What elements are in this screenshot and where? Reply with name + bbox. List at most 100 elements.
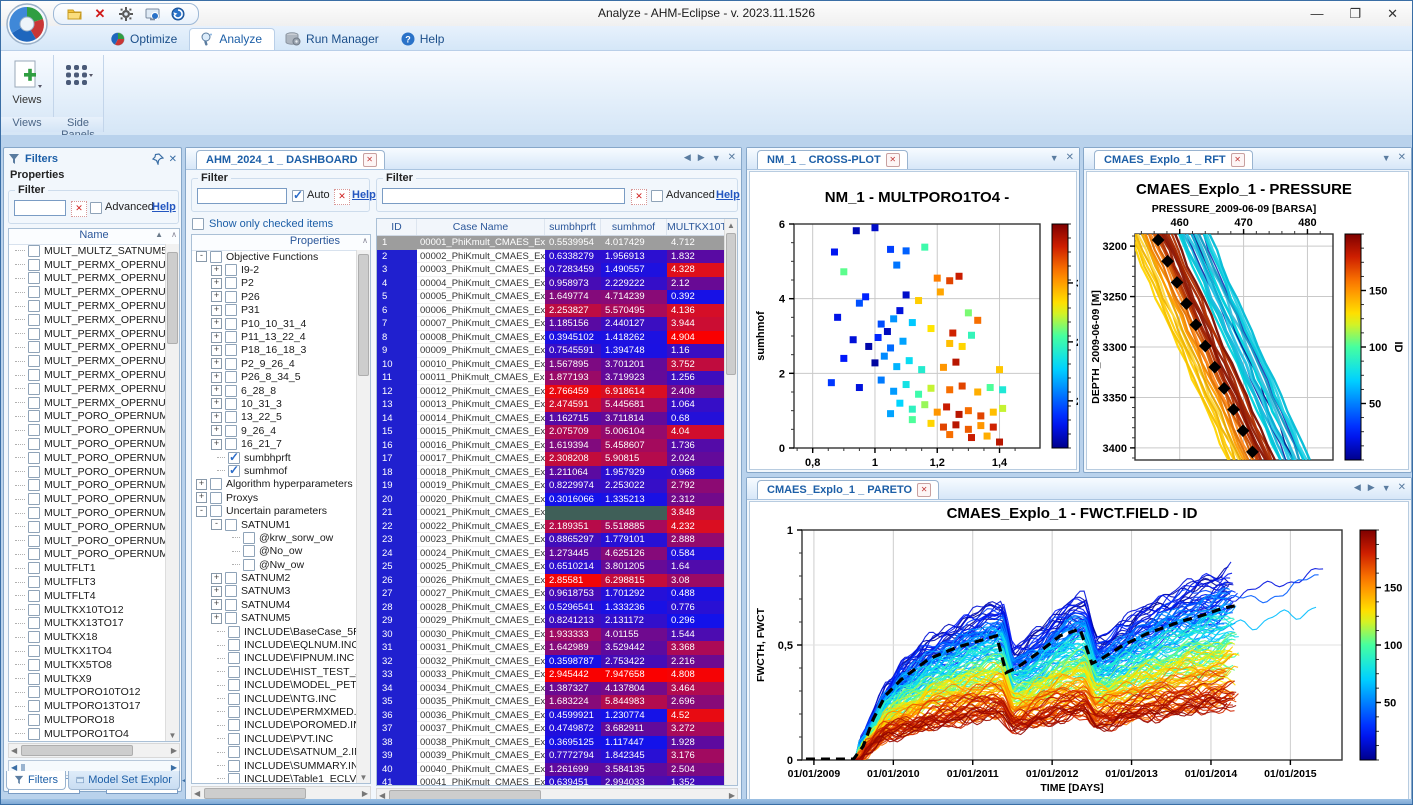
tree-item-checkbox[interactable] xyxy=(225,612,237,624)
filter-input[interactable] xyxy=(14,200,66,216)
tree-item[interactable]: @krw_sorw_ow xyxy=(192,531,357,544)
item-checkbox[interactable] xyxy=(28,700,40,712)
tree-item-checkbox[interactable] xyxy=(243,532,255,544)
table-row[interactable]: 2000020_PhiKmult_CMAES_Explo_10.30160661… xyxy=(377,493,725,507)
tree-item-checkbox[interactable] xyxy=(225,371,237,383)
tree-item[interactable]: INCLUDE\POROMED.INC xyxy=(192,719,357,732)
item-checkbox[interactable] xyxy=(28,452,40,464)
expand-icon[interactable]: + xyxy=(211,613,222,624)
expand-icon[interactable]: + xyxy=(211,358,222,369)
tab-help[interactable]: ? Help xyxy=(391,29,457,50)
item-checkbox[interactable] xyxy=(28,479,40,491)
tree-item[interactable]: INCLUDE\BaseCase_5RT_Saturati xyxy=(192,625,357,638)
tree-item-checkbox[interactable] xyxy=(225,264,237,276)
expand-icon[interactable]: + xyxy=(211,305,222,316)
tree-item-checkbox[interactable] xyxy=(225,291,237,303)
tree-item-checkbox[interactable] xyxy=(225,358,237,370)
tree-item[interactable]: +Algorithm hyperparameters xyxy=(192,478,357,491)
rft-tab[interactable]: CMAES_Explo_1 _ RFT✕ xyxy=(1094,150,1253,169)
tree-item[interactable]: sumbhprft xyxy=(192,451,357,464)
pareto-tab[interactable]: CMAES_Explo_1 _ PARETO✕ xyxy=(757,480,939,499)
tree-item[interactable]: INCLUDE\Table1_ECLVFP xyxy=(192,772,357,783)
list-item[interactable]: MULTFLT3 xyxy=(9,575,166,589)
tree-help-link[interactable]: Help xyxy=(352,189,376,201)
tree-item[interactable]: +13_22_5 xyxy=(192,411,357,424)
item-checkbox[interactable] xyxy=(28,397,40,409)
table-row[interactable]: 3700037_PhiKmult_CMAES_Explo_10.47498723… xyxy=(377,722,725,736)
bottom-tab-model-set-explorer[interactable]: Model Set Explor xyxy=(68,771,180,790)
close-panel-icon[interactable]: ✕ xyxy=(169,154,177,165)
item-checkbox[interactable] xyxy=(28,576,40,588)
item-checkbox[interactable] xyxy=(28,659,40,671)
expand-icon[interactable]: + xyxy=(211,586,222,597)
tree-item[interactable]: +SATNUM4 xyxy=(192,598,357,611)
tree-item[interactable]: +P2_9_26_4 xyxy=(192,357,357,370)
item-checkbox[interactable] xyxy=(28,728,40,740)
tree-item[interactable]: +SATNUM3 xyxy=(192,585,357,598)
tree-item[interactable]: INCLUDE\SATNUM_2.INC xyxy=(192,745,357,758)
table-row[interactable]: 1200012_PhiKmult_CMAES_Explo_12.7664596.… xyxy=(377,385,725,399)
table-row[interactable]: 1600016_PhiKmult_CMAES_Explo_11.6193945.… xyxy=(377,439,725,453)
table-row[interactable]: 2500025_PhiKmult_CMAES_Explo_10.65102143… xyxy=(377,560,725,574)
tree-item-checkbox[interactable] xyxy=(210,492,222,504)
close-panel-icon[interactable]: ✕ xyxy=(1398,482,1406,493)
tree-item[interactable]: -Uncertain parameters xyxy=(192,504,357,517)
tree-item[interactable]: +6_28_8 xyxy=(192,384,357,397)
tree-item[interactable]: +SATNUM2 xyxy=(192,571,357,584)
item-checkbox[interactable] xyxy=(28,272,40,284)
expand-icon[interactable]: + xyxy=(211,345,222,356)
views-button[interactable]: Views xyxy=(5,59,49,117)
collapse-icon[interactable]: - xyxy=(196,251,207,262)
tab-list-icon[interactable]: ▼ xyxy=(712,153,721,163)
column-header[interactable]: sumhmof xyxy=(601,219,667,235)
table-row[interactable]: 1000010_PhiKmult_CMAES_Explo_11.5678953.… xyxy=(377,358,725,372)
table-scroll-up-icon[interactable]: ▲ xyxy=(725,221,737,230)
item-checkbox[interactable] xyxy=(28,286,40,298)
tree-item[interactable]: INCLUDE\NTG.INC xyxy=(192,692,357,705)
tree-item[interactable]: +Proxys xyxy=(192,491,357,504)
item-checkbox[interactable] xyxy=(28,562,40,574)
tree-item-checkbox[interactable] xyxy=(228,733,240,745)
auto-checkbox[interactable] xyxy=(292,190,304,202)
sort-asc-icon[interactable]: ▲ xyxy=(155,230,163,239)
tree-item-checkbox[interactable] xyxy=(243,559,255,571)
table-row[interactable]: 2200022_PhiKmult_CMAES_Explo_12.1893515.… xyxy=(377,520,725,534)
close-tab-icon[interactable]: ✕ xyxy=(886,153,900,167)
tree-item[interactable]: +P2 xyxy=(192,277,357,290)
tree-item[interactable]: +I9-2 xyxy=(192,263,357,276)
list-item[interactable]: MULT_PORO_OPERNUM3 xyxy=(9,465,166,479)
scroll-left-icon[interactable]: ◀ xyxy=(11,746,17,755)
crossplot-chart[interactable]: NM_1 - MULTPORO1TO4 -0,811,21,40246MULTP… xyxy=(749,171,1077,470)
tree-item[interactable]: +P10_10_31_4 xyxy=(192,317,357,330)
table-row[interactable]: 600006_PhiKmult_CMAES_Explo_12.2538275.5… xyxy=(377,304,725,318)
expand-icon[interactable]: + xyxy=(211,265,222,276)
item-checkbox[interactable] xyxy=(28,548,40,560)
list-item[interactable]: MULT_PORO_OPERNUM1 xyxy=(9,410,166,424)
table-vertical-scrollbar[interactable]: ▲ xyxy=(724,219,737,785)
tree-item[interactable]: -Objective Functions xyxy=(192,250,357,263)
tree-item[interactable]: +P11_13_22_4 xyxy=(192,330,357,343)
tree-item[interactable]: INCLUDE\SUMMARY.INC xyxy=(192,759,357,772)
tree-item[interactable]: INCLUDE\MODEL_PETREL.GRDEC xyxy=(192,679,357,692)
tree-item[interactable]: @No_ow xyxy=(192,545,357,558)
table-row[interactable]: 1800018_PhiKmult_CMAES_Explo_11.2110641.… xyxy=(377,466,725,480)
tab-run-manager[interactable]: Run Manager xyxy=(275,29,391,50)
table-row[interactable]: 400004_PhiKmult_CMAES_Explo_10.9589732.2… xyxy=(377,277,725,291)
tree-item[interactable]: @Nw_ow xyxy=(192,558,357,571)
tree-item[interactable]: +10_31_3 xyxy=(192,397,357,410)
tree-item[interactable]: INCLUDE\HIST_TEST_AHM_3.SCH xyxy=(192,665,357,678)
table-row[interactable]: 900009_PhiKmult_CMAES_Explo_10.75455911.… xyxy=(377,344,725,358)
close-panel-icon[interactable]: ✕ xyxy=(728,152,736,163)
item-checkbox[interactable] xyxy=(28,686,40,698)
item-checkbox[interactable] xyxy=(28,410,40,422)
tree-vertical-scrollbar[interactable]: ▼ xyxy=(356,250,370,783)
list-item[interactable]: MULT_PORO_OPERNUM5 xyxy=(9,492,166,506)
tree-item-checkbox[interactable] xyxy=(243,545,255,557)
expand-icon[interactable]: + xyxy=(211,599,222,610)
list-item[interactable]: MULT_PERMX_OPERNU... xyxy=(9,272,166,286)
tree-filter-input[interactable] xyxy=(197,188,287,204)
list-item[interactable]: MULT_PERMX_OPERNU... xyxy=(9,327,166,341)
show-only-checked-checkbox[interactable] xyxy=(192,218,204,230)
item-checkbox[interactable] xyxy=(28,314,40,326)
list-item[interactable]: MULT_PORO_OPERNUM6 xyxy=(9,506,166,520)
